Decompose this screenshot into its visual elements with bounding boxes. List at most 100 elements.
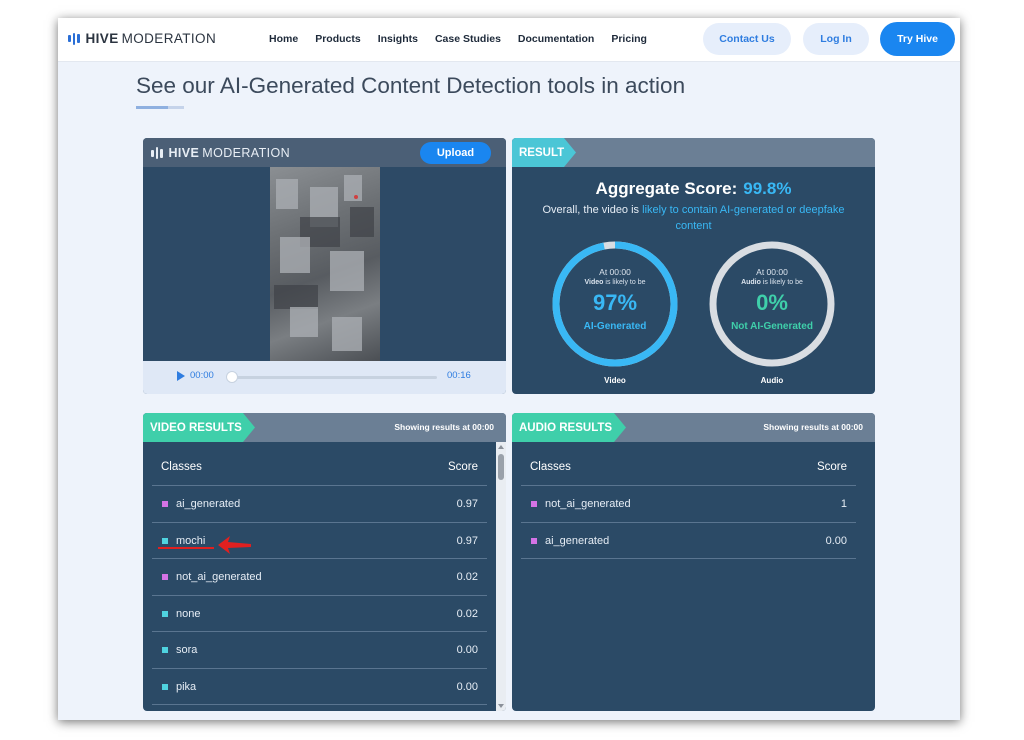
video-gauge-percent: 97% (592, 290, 638, 315)
audio-gauge-percent: 0% (756, 290, 788, 315)
classes-column-header: Classes (530, 461, 571, 473)
logo-bold: HIVE (85, 31, 119, 46)
audio-gauge-likely: Audio is likely to be (741, 279, 803, 286)
class-name: mochi (176, 534, 206, 547)
player-logo-rest: MODERATION (202, 146, 291, 160)
table-row: not_ai_generated 0.02 (152, 559, 487, 596)
nav-link-products[interactable]: Products (315, 33, 361, 45)
class-score: 0.97 (456, 498, 478, 510)
annotation-underline (158, 547, 214, 549)
class-color-swatch (162, 610, 168, 617)
class-name: ai_generated (545, 534, 610, 547)
audio-results-head: Classes Score (521, 442, 856, 486)
top-nav: HIVE MODERATION Home Products Insights C… (58, 18, 960, 62)
table-row: ai_generated 0.97 (152, 486, 487, 523)
audio-results-showing: Showing results at 00:00 (763, 422, 863, 432)
audio-gauge: At 00:00 Audio is likely to be 0% Not AI… (707, 239, 837, 369)
score-column-header: Score (447, 461, 478, 473)
audio-results-table: Classes Score not_ai_generated 1 ai_gener… (521, 442, 856, 559)
current-time: 00:00 (190, 370, 214, 381)
browser-frame: HIVE MODERATION Home Products Insights C… (58, 18, 960, 720)
class-color-swatch (162, 647, 168, 653)
video-gauge-caption: Video (604, 376, 626, 385)
scroll-up-icon[interactable] (498, 445, 504, 449)
result-panel: RESULT Aggregate Score: 99.8% Overall, th… (512, 138, 875, 394)
class-score: 0.00 (456, 680, 478, 693)
overall-summary: Overall, the video is likely to contain … (512, 202, 875, 234)
table-row: mochi 0.97 (152, 523, 487, 559)
nav-links: Home Products Insights Case Studies Docu… (269, 33, 664, 45)
title-underline (136, 106, 184, 109)
class-name: ai_generated (176, 498, 241, 510)
class-score: 0.02 (456, 607, 478, 620)
result-tag: RESULT (512, 138, 576, 167)
video-thumbnail (270, 167, 380, 361)
classes-column-header: Classes (161, 461, 202, 473)
logo-bars-icon (68, 32, 80, 45)
upload-button[interactable]: Upload (420, 142, 491, 164)
audio-gauge-time: At 00:00 (756, 267, 788, 277)
log-in-button[interactable]: Log In (803, 23, 869, 55)
video-results-showing: Showing results at 00:00 (394, 422, 494, 432)
video-player-panel: HIVE MODERATION Upload 00:00 00:16 (143, 138, 506, 394)
scroll-thumb[interactable] (498, 454, 504, 480)
hive-logo[interactable]: HIVE MODERATION (68, 31, 216, 46)
class-name: none (176, 607, 201, 620)
seek-track[interactable] (229, 376, 437, 379)
nav-link-home[interactable]: Home (269, 33, 298, 45)
aggregate-value: 99.8% (743, 179, 792, 198)
video-area[interactable] (143, 167, 506, 361)
class-color-swatch (531, 501, 537, 507)
page-title: See our AI-Generated Content Detection t… (136, 73, 686, 98)
audio-gauge-label: Not AI-Generated (731, 321, 813, 332)
class-score: 1 (840, 498, 847, 510)
nav-link-insights[interactable]: Insights (378, 33, 418, 45)
table-row: pika 0.00 (152, 669, 487, 705)
nav-link-case-studies[interactable]: Case Studies (435, 33, 501, 45)
audio-results-tag: AUDIO RESULTS (512, 413, 626, 442)
video-results-table: Classes Score ai_generated 0.97 mochi 0.97… (152, 442, 487, 705)
class-score: 0.97 (456, 534, 478, 547)
total-time: 00:16 (447, 370, 471, 381)
video-gauge: At 00:00 Video is likely to be 97% AI-Ge… (550, 239, 680, 369)
nav-link-pricing[interactable]: Pricing (611, 33, 647, 45)
player-logo-bold: HIVE (168, 146, 200, 160)
video-results-head: Classes Score (152, 442, 487, 486)
nav-link-documentation[interactable]: Documentation (518, 33, 594, 45)
audio-results-panel: AUDIO RESULTS Showing results at 00:00 C… (512, 413, 875, 711)
video-gauge-likely: Video is likely to be (584, 279, 646, 286)
class-name: not_ai_generated (545, 498, 631, 510)
video-gauge-label: AI-Generated (583, 321, 647, 332)
class-color-swatch (531, 537, 537, 544)
class-color-swatch (162, 501, 168, 507)
aggregate-label: Aggregate Score: (595, 179, 738, 198)
video-gauge-time: At 00:00 (599, 267, 631, 277)
class-name: not_ai_generated (176, 571, 262, 583)
aggregate-score: Aggregate Score: 99.8% (512, 179, 875, 199)
table-row: none 0.02 (152, 596, 487, 632)
contact-us-button[interactable]: Contact Us (703, 23, 791, 55)
video-results-panel: VIDEO RESULTS Showing results at 00:00 C… (143, 413, 506, 711)
audio-gauge-caption: Audio (760, 376, 784, 385)
score-column-header: Score (816, 461, 847, 473)
overall-prefix: Overall, the video is (542, 204, 640, 216)
class-color-swatch (162, 537, 168, 544)
class-name: sora (176, 644, 198, 656)
video-results-tag: VIDEO RESULTS (143, 413, 255, 442)
seek-handle[interactable] (226, 371, 238, 383)
scroll-down-icon[interactable] (498, 704, 504, 708)
class-name: pika (176, 680, 197, 693)
table-row: not_ai_generated 1 (521, 486, 856, 523)
logo-rest: MODERATION (121, 31, 217, 46)
table-row: sora 0.00 (152, 632, 487, 669)
player-logo-bars-icon (151, 147, 163, 159)
overall-highlight: likely to contain AI-generated or deepfa… (642, 204, 845, 232)
video-results-scrollbar[interactable] (496, 442, 506, 711)
video-controls: 00:00 00:16 (143, 361, 506, 394)
class-score: 0.00 (825, 534, 847, 547)
try-hive-button[interactable]: Try Hive (880, 22, 955, 56)
class-score: 0.00 (456, 644, 478, 656)
class-color-swatch (162, 683, 168, 690)
play-icon[interactable] (177, 371, 185, 381)
class-color-swatch (162, 574, 168, 580)
